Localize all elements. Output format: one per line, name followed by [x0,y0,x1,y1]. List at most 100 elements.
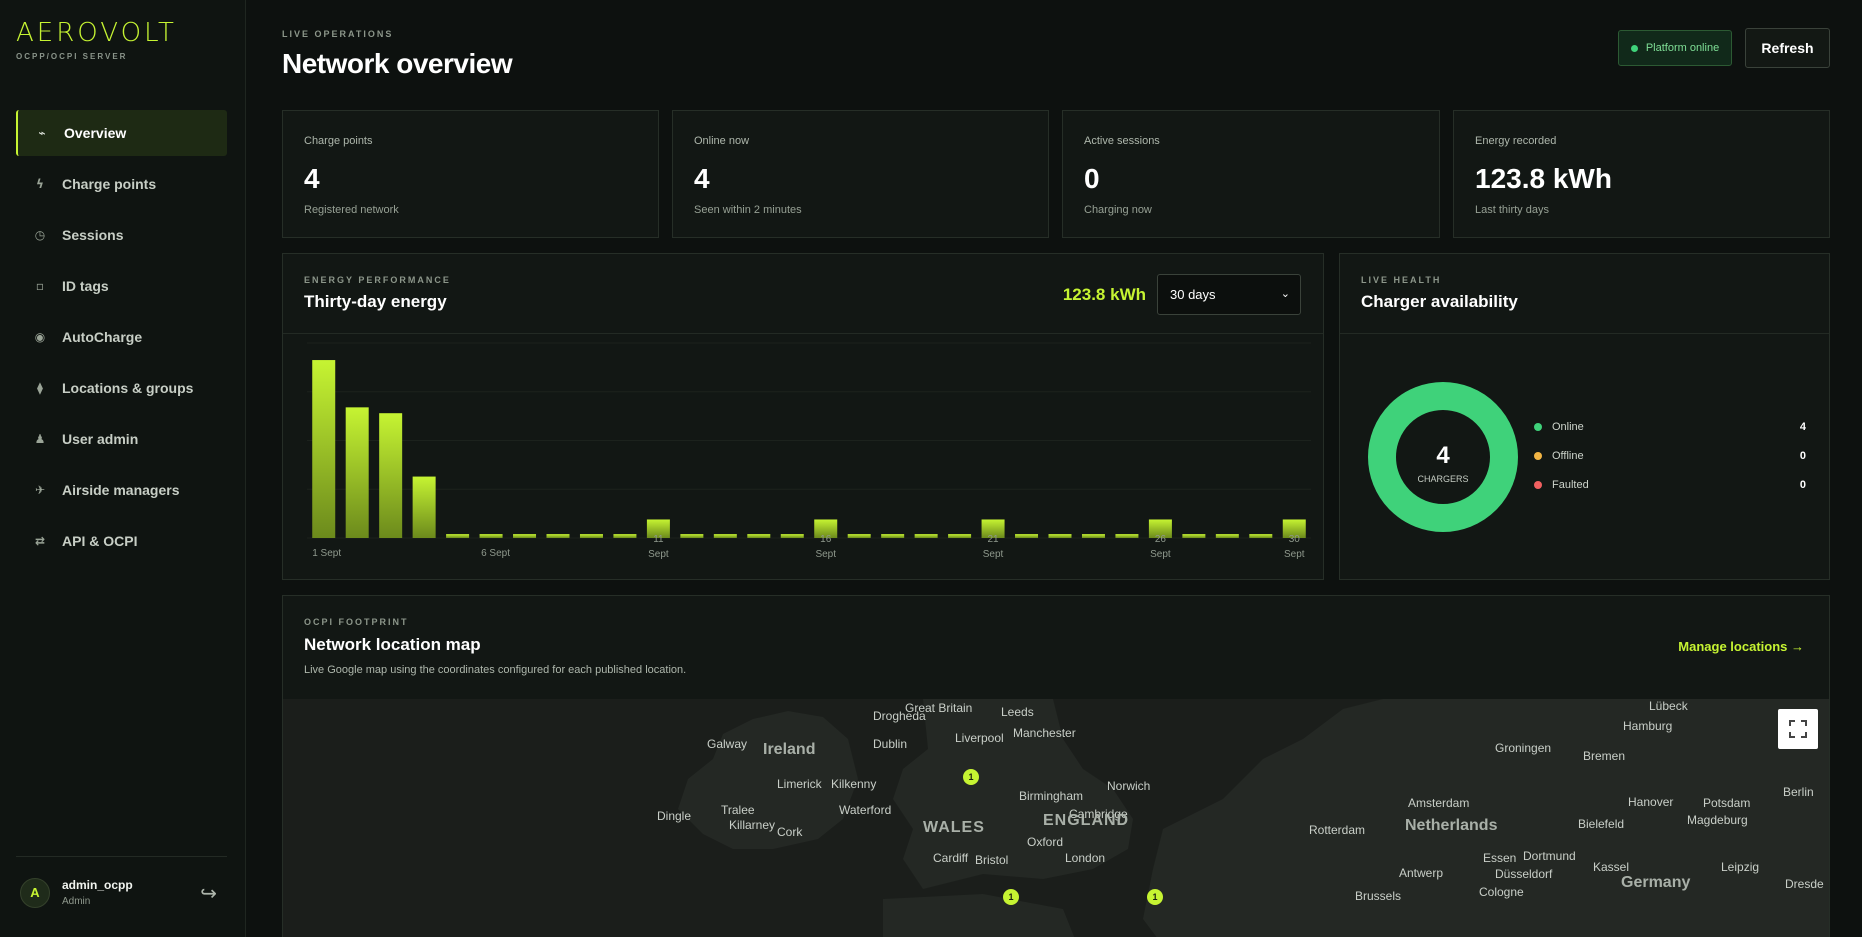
stat-value: 123.8 kWh [1475,163,1612,194]
sidebar-nav: ⌁ Overview ϟ Charge points ◷ Sessions ▫ ID tags… [16,110,227,569]
chart-bar[interactable] [446,534,470,538]
stat-label: Charge points [304,135,373,147]
map-label: Dortmund [1523,849,1576,863]
chart-bar[interactable] [412,476,436,538]
health-title: Charger availability [1361,292,1518,311]
legend-value: 0 [1799,450,1806,462]
map-label: Liverpool [955,731,1004,745]
chart-bar[interactable] [513,534,537,538]
legend-label: Offline [1552,450,1584,462]
map-label: Berlin [1783,785,1814,799]
map-label: WALES [923,819,985,836]
sidebar-item-label: Charge points [62,176,157,192]
avatar[interactable]: A [20,877,50,908]
x-tick-label: 11 [653,534,664,545]
chart-bar[interactable] [713,534,737,538]
map-label: Magdeburg [1687,813,1748,827]
legend-value: 4 [1799,421,1806,433]
stat-value: 4 [304,163,320,194]
map-title: Network location map [304,635,481,654]
x-tick-label: Sept [1284,549,1305,560]
sidebar-item-locations-groups[interactable]: ⧫ Locations & groups [16,365,227,411]
chart-bar[interactable] [613,534,637,538]
chart-bar[interactable] [379,413,403,538]
sidebar-item-label: Airside managers [62,482,180,498]
x-tick-label: Sept [983,549,1004,560]
legend-offline: Offline 0 [1534,450,1806,462]
user-box: A admin_ocpp Admin ↪ [16,856,227,928]
chevron-down-icon: ⌄ [1280,287,1290,300]
chart-bar[interactable] [1182,534,1206,538]
map-eyebrow: OCPI FOOTPRINT [304,617,409,627]
location-marker[interactable]: 1 [1003,889,1019,905]
stat-card-energy-recorded: Energy recorded 123.8 kWh Last thirty da… [1453,110,1830,238]
chart-bar[interactable] [1081,534,1105,538]
map-label: Dresde [1785,877,1824,891]
user-icon: ♟ [34,432,46,446]
offline-dot-icon [1534,452,1542,460]
chart-bar[interactable] [680,534,704,538]
map-label: Manchester [1013,726,1076,740]
chart-bar[interactable] [479,534,503,538]
location-marker[interactable]: 1 [1147,889,1163,905]
chart-bar[interactable] [1015,534,1039,538]
chart-bar[interactable] [1048,534,1072,538]
stat-card-online-now: Online now 4 Seen within 2 minutes [672,110,1049,238]
logout-icon[interactable]: ↪ [200,881,217,905]
location-map[interactable]: Ireland Dublin Drogheda Galway Limerick Kilke… [283,699,1829,937]
chart-bar[interactable] [881,534,905,538]
page-eyebrow: LIVE OPERATIONS [282,29,394,39]
sidebar-item-id-tags[interactable]: ▫ ID tags [16,263,227,309]
sidebar-item-sessions[interactable]: ◷ Sessions [16,212,227,258]
x-tick-label: 30 [1289,534,1301,545]
map-label: Lübeck [1649,699,1688,713]
refresh-button[interactable]: Refresh [1745,28,1830,68]
map-label: Kilkenny [831,777,877,791]
map-label: Norwich [1107,779,1151,793]
sidebar-item-autocharge[interactable]: ◉ AutoCharge [16,314,227,360]
chart-bar[interactable] [747,534,771,538]
sidebar-item-charge-points[interactable]: ϟ Charge points [16,161,227,207]
map-label: Limerick [777,777,822,791]
legend-label: Online [1552,421,1584,433]
chart-bar[interactable] [579,534,603,538]
stat-value: 0 [1084,163,1100,194]
chart-bar[interactable] [312,360,336,538]
sidebar-item-user-admin[interactable]: ♟ User admin [16,416,227,462]
energy-total: 123.8 kWh [1062,285,1146,304]
chart-bar[interactable] [345,407,369,538]
map-label: Oxford [1027,835,1064,849]
chart-bar[interactable] [1249,534,1273,538]
brand-logo[interactable]: AEROVOLT [16,20,177,46]
map-label: Bristol [975,853,1009,867]
manage-locations-link[interactable]: Manage locations → [1678,639,1804,654]
sidebar-item-api-ocpi[interactable]: ⇄ API & OCPI [16,518,227,564]
x-tick-label: 6 Sept [481,548,510,559]
map-label: Waterford [839,803,892,817]
chart-bar[interactable] [914,534,938,538]
chart-bar[interactable] [948,534,972,538]
location-marker[interactable]: 1 [963,769,979,785]
clock-icon: ◷ [34,228,46,242]
x-tick-label: 21 [988,534,1000,545]
chart-bar[interactable] [1115,534,1139,538]
energy-panel-header: ENERGY PERFORMANCE Thirty-day energy 123… [283,254,1323,334]
chart-bar[interactable] [847,534,871,538]
stat-label: Energy recorded [1475,135,1557,147]
chart-bar[interactable] [780,534,804,538]
sidebar-item-label: User admin [62,431,139,447]
range-select[interactable]: 30 days ⌄ [1157,274,1301,315]
map-label: Bielefeld [1578,817,1625,831]
map-label: Amsterdam [1408,796,1470,810]
map-label: Ireland [763,741,816,758]
chart-bar[interactable] [546,534,570,538]
stat-sub: Seen within 2 minutes [694,204,802,216]
map-label: Leeds [1001,705,1034,719]
sidebar-item-label: Locations & groups [62,380,194,396]
fullscreen-button[interactable] [1778,709,1818,749]
swap-icon: ⇄ [34,534,46,548]
sidebar-item-airside-managers[interactable]: ✈ Airside managers [16,467,227,513]
chart-bar[interactable] [1215,534,1239,538]
health-eyebrow: LIVE HEALTH [1361,275,1442,285]
sidebar-item-overview[interactable]: ⌁ Overview [16,110,227,156]
